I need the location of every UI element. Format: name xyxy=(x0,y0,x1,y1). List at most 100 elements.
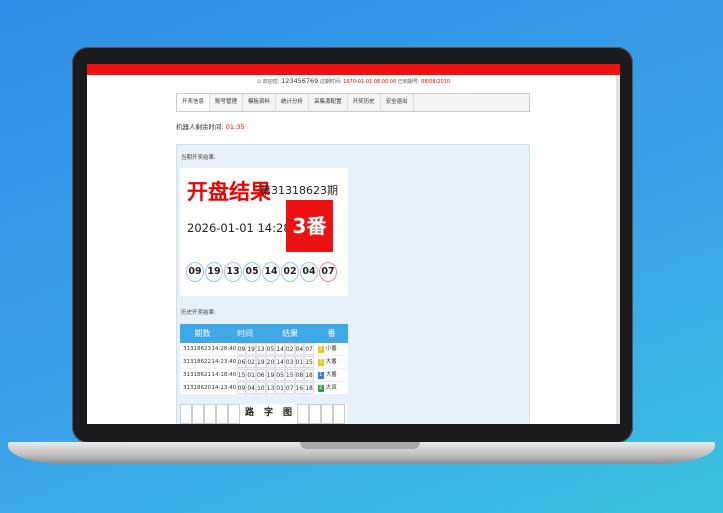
luzi-cell xyxy=(297,404,310,424)
row-number: 10 xyxy=(255,382,266,394)
row-number: 05 xyxy=(265,343,276,355)
user-icon: ⊙ xyxy=(257,79,262,85)
row-period: 31318622 xyxy=(183,359,211,365)
luzi-char: 路 xyxy=(245,408,255,418)
current-result-card: 开盘结果 第31318623期 2026-01-01 14:28:40 3番 0… xyxy=(180,168,348,296)
row-number: 19 xyxy=(265,369,276,381)
fan-number-badge: 3 xyxy=(317,358,324,366)
luzi-cell xyxy=(204,404,216,424)
row-number: 01 xyxy=(246,369,256,381)
user-id: 123456769 xyxy=(281,77,319,85)
scrollbar[interactable] xyxy=(616,75,620,424)
fan-text: 小番 xyxy=(325,346,337,352)
tab-account[interactable]: 账号管理 xyxy=(210,94,244,111)
extra-label: 已到期号: xyxy=(397,79,420,85)
row-number: 14 xyxy=(275,343,285,355)
col-time: 时间 xyxy=(237,329,253,338)
result-ball: 09 xyxy=(186,262,204,282)
row-period: 31318621 xyxy=(183,372,211,378)
top-red-bar xyxy=(87,64,620,75)
result-ball: 07 xyxy=(319,262,337,282)
result-balls: 09 19 13 05 14 02 04 07 xyxy=(186,262,337,282)
expire-label: 过期时间: xyxy=(319,79,342,85)
result-ball: 05 xyxy=(243,262,261,282)
row-number: 13 xyxy=(255,343,266,355)
luzi-char: 字 xyxy=(264,408,274,418)
fan-text: 大双 xyxy=(325,385,337,391)
row-number: 20 xyxy=(265,356,276,368)
row-number: 16 xyxy=(294,382,305,394)
table-row: 31318620 14:13:40 09 04 10 13 01 07 16 18 2 大双 xyxy=(180,382,348,395)
row-number: 04 xyxy=(294,343,305,355)
row-number: 15 xyxy=(236,369,247,381)
row-number: 19 xyxy=(246,343,256,355)
row-numbers: 09 19 13 05 14 02 04 07 xyxy=(236,343,314,355)
row-number: 13 xyxy=(265,382,276,394)
row-number: 18 xyxy=(304,369,314,381)
result-ball: 14 xyxy=(262,262,280,282)
row-time: 14:13:40 xyxy=(211,385,237,391)
tab-template[interactable]: 模板资料 xyxy=(243,94,277,111)
row-time: 14:18:40 xyxy=(211,372,237,378)
fan-number-badge: 1 xyxy=(317,371,324,379)
row-number: 15 xyxy=(284,369,295,381)
row-numbers: 09 04 10 13 01 07 16 18 xyxy=(236,382,314,394)
welcome-label: 欢迎您: xyxy=(262,79,280,85)
row-fan: 1 大番 xyxy=(314,369,348,381)
row-number: 02 xyxy=(246,356,256,368)
luzi-cell xyxy=(321,404,334,424)
col-result: 结果 xyxy=(282,329,298,338)
nav-tabs: 开奖信息 账号管理 模板资料 统计分析 采集源配置 开奖历史 安全退出 xyxy=(176,93,530,112)
row-time: 14:23:40 xyxy=(211,359,237,365)
row-number: 19 xyxy=(255,356,266,368)
luzi-cell xyxy=(333,404,346,424)
row-numbers: 06 02 19 20 14 03 01 15 xyxy=(236,356,314,368)
row-number: 01 xyxy=(294,356,305,368)
tab-logout[interactable]: 安全退出 xyxy=(381,94,414,111)
row-period: 31318620 xyxy=(183,385,211,391)
extra-value: 08/08/2010 xyxy=(421,79,450,85)
row-number: 05 xyxy=(275,369,285,381)
expire-value: 1970-01-01 08:00:00 xyxy=(343,79,397,85)
luzi-char: 图 xyxy=(283,408,293,418)
row-fan: 3 大番 xyxy=(314,356,348,368)
row-time: 14:28:40 xyxy=(211,346,237,352)
row-fan: 3 小番 xyxy=(314,343,348,355)
current-section-label: 当期开奖结果: xyxy=(181,155,216,161)
tab-source-config[interactable]: 采集源配置 xyxy=(309,94,348,111)
result-period: 第31318623期 xyxy=(260,184,338,197)
row-number: 07 xyxy=(284,382,295,394)
row-number: 08 xyxy=(294,369,305,381)
col-period: 期数 xyxy=(194,329,211,338)
robot-timer: 机器人剩余时间: 01:35 xyxy=(176,121,245,131)
row-number: 01 xyxy=(275,382,285,394)
status-line: ⊙ 欢迎您: 123456769 过期时间: 1970-01-01 08:00:… xyxy=(87,77,620,85)
row-number: 15 xyxy=(304,356,314,368)
tab-statistics[interactable]: 统计分析 xyxy=(276,94,310,111)
row-number: 02 xyxy=(284,343,295,355)
table-row: 31318622 14:23:40 06 02 19 20 14 03 01 15 3 大番 xyxy=(180,356,348,369)
luzi-grid: 路字图 xyxy=(180,404,348,424)
luzi-cell xyxy=(309,404,322,424)
history-header: 期数 时间 结果 番 xyxy=(180,324,348,343)
fan-number-badge: 3 xyxy=(317,345,324,353)
row-number: 14 xyxy=(275,356,285,368)
screen: ⊙ 欢迎您: 123456769 过期时间: 1970-01-01 08:00:… xyxy=(87,64,620,424)
result-ball: 04 xyxy=(300,262,318,282)
result-title: 开盘结果 xyxy=(187,180,271,204)
fan-text: 大番 xyxy=(325,372,337,378)
history-section-label: 历史开奖结果: xyxy=(181,310,216,316)
fan-badge: 3番 xyxy=(286,200,333,252)
table-row: 31318623 14:28:40 09 19 13 05 14 02 04 07 3 小番 xyxy=(180,343,348,356)
row-numbers: 15 01 06 19 05 15 08 18 xyxy=(236,369,314,381)
tab-history[interactable]: 开奖历史 xyxy=(348,94,381,111)
row-number: 06 xyxy=(236,356,247,368)
luzi-cell xyxy=(180,404,192,424)
result-ball: 13 xyxy=(224,262,242,282)
table-row: 31318621 14:18:40 15 01 06 19 05 15 08 18 1 大番 xyxy=(180,369,348,382)
robot-value: 01:35 xyxy=(225,123,245,131)
result-ball: 02 xyxy=(281,262,299,282)
robot-label: 机器人剩余时间: xyxy=(176,123,224,131)
fan-text: 大番 xyxy=(325,359,337,365)
tab-lottery-info[interactable]: 开奖信息 xyxy=(177,94,211,111)
